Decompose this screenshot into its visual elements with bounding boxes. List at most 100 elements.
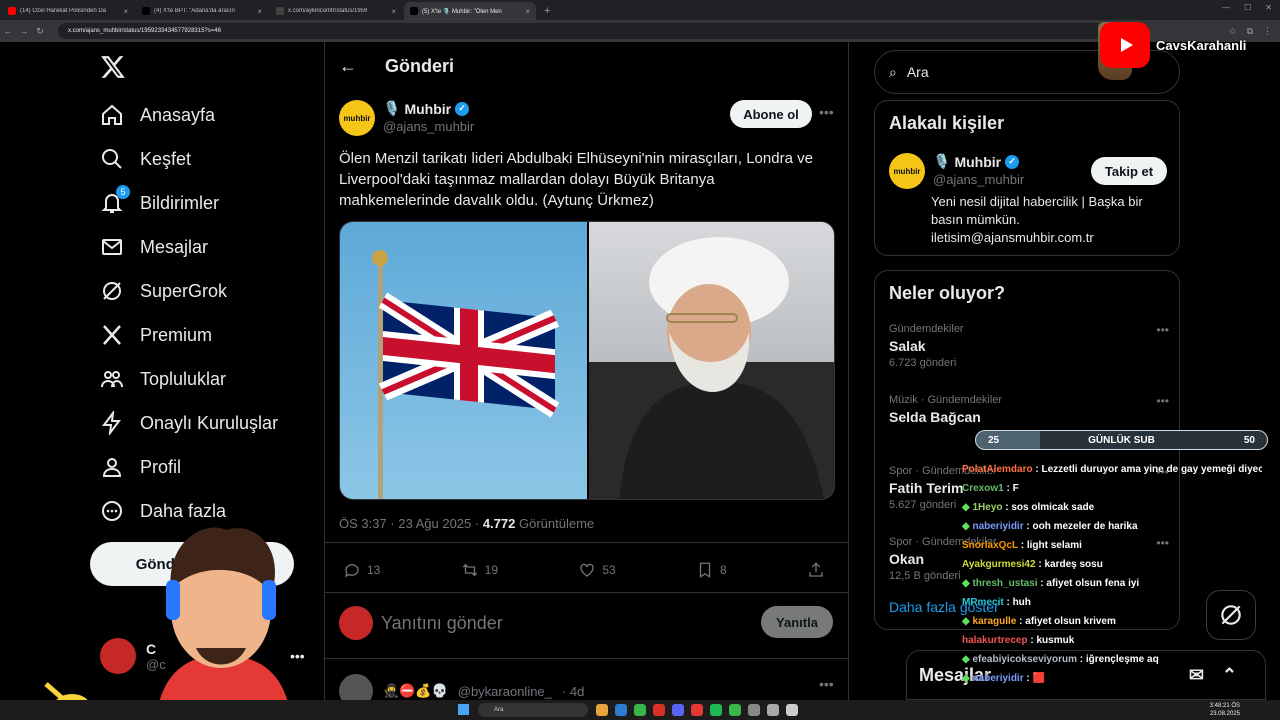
nav-item-onayl-kurulu-lar[interactable]: Onaylı Kuruluşlar — [100, 403, 278, 443]
trend-more-icon[interactable]: ••• — [1156, 323, 1169, 337]
clock-time: 3:48:21 ÖS — [1209, 703, 1240, 709]
browser-tab[interactable]: (14) Özel Harekat Polisinden Da × — [2, 2, 134, 20]
post-media[interactable] — [339, 221, 835, 500]
taskbar-search[interactable]: Ara — [478, 703, 588, 717]
browser-tab[interactable]: x.com/aykiricomtr/status/1959 × — [270, 2, 402, 20]
streamer-avatar-image — [156, 527, 291, 720]
back-arrow-icon[interactable]: ← — [339, 56, 357, 77]
bookmark-action[interactable]: 8 — [696, 561, 727, 579]
tab-close-icon[interactable]: × — [123, 7, 128, 16]
chat-message: ◆ efeabiyicokseviyorum : iğrençleşme aq — [962, 654, 1159, 665]
related-avatar[interactable]: muhbir — [889, 153, 925, 189]
chat-user: 1Heyo — [972, 502, 1003, 513]
search-input[interactable]: Ara — [907, 64, 929, 80]
minimize-icon[interactable]: — — [1222, 3, 1230, 12]
post-actions: 13 19 53 8 — [339, 558, 829, 582]
follow-button[interactable]: Takip et — [1091, 157, 1167, 185]
author-handle[interactable]: @ajans_muhbir — [383, 119, 474, 134]
reload-icon[interactable]: ↻ — [32, 26, 48, 37]
post-time[interactable]: ÖS 3:37 · 23 Ağu 2025 · — [339, 516, 483, 531]
nav-item-profil[interactable]: Profil — [100, 447, 181, 487]
tab-close-icon[interactable]: × — [257, 7, 262, 16]
nav-item-ke-fet[interactable]: Keşfet — [100, 139, 191, 179]
tab-close-icon[interactable]: × — [391, 7, 396, 16]
tab-title: (4) X'te BPT: "Adana'da aracın — [154, 8, 235, 14]
taskbar-app-icon[interactable] — [786, 704, 798, 716]
page-header: ← Gönderi — [325, 42, 848, 90]
reply-action[interactable]: 13 — [343, 561, 380, 579]
taskbar-app-icon[interactable] — [672, 704, 684, 716]
trend-more-icon[interactable]: ••• — [1156, 394, 1169, 408]
nav-item-mesajlar[interactable]: Mesajlar — [100, 227, 208, 267]
repost-action[interactable]: 19 — [461, 561, 498, 579]
post-more-icon[interactable]: ••• — [819, 104, 834, 120]
taskbar-app-icon[interactable] — [748, 704, 760, 716]
reply-input[interactable]: Yanıtını gönder — [381, 613, 503, 634]
related-handle[interactable]: @ajans_muhbir — [933, 172, 1024, 187]
related-name[interactable]: Muhbir — [954, 154, 1001, 170]
nav-item-anasayfa[interactable]: Anasayfa — [100, 95, 215, 135]
taskbar-app-icon[interactable] — [710, 704, 722, 716]
taskbar-app-icon[interactable] — [691, 704, 703, 716]
chat-text: iğrençleşme aq — [1085, 654, 1159, 665]
trend-category: Müzik · Gündemdekiler — [889, 394, 1003, 406]
chat-message: ◆ naberiyidir : 🟥 — [962, 673, 1045, 684]
mail-icon — [100, 235, 124, 259]
share-action[interactable] — [807, 561, 825, 579]
new-tab-button[interactable]: + — [536, 2, 558, 20]
browser-forward-icon[interactable]: → — [16, 26, 32, 36]
nav-item-premium[interactable]: Premium — [100, 315, 212, 355]
close-window-icon[interactable]: ✕ — [1265, 3, 1272, 12]
taskbar-app-icon[interactable] — [653, 704, 665, 716]
extensions-icon[interactable]: ⧉ — [1247, 26, 1253, 37]
like-action[interactable]: 53 — [578, 561, 616, 579]
post-author[interactable]: muhbir 🎙️ Muhbir ✓ @ajans_muhbir — [339, 100, 474, 136]
taskbar-app-icon[interactable] — [615, 704, 627, 716]
nav-label: Keşfet — [140, 148, 192, 169]
nav-item-bildirimler[interactable]: 5 Bildirimler — [100, 183, 219, 223]
trend-name: Selda Bağcan — [889, 409, 981, 425]
verified-badge-icon: ✓ — [1005, 154, 1020, 169]
notification-badge: 5 — [116, 185, 130, 199]
taskbar-app-icon[interactable] — [767, 704, 779, 716]
next-post-handle[interactable]: @bykaraonline_ — [458, 684, 552, 699]
browser-menu-icon[interactable]: ⋮ — [1263, 26, 1272, 37]
repost-icon — [462, 563, 477, 577]
like-count: 53 — [602, 563, 616, 577]
nav-label: SuperGrok — [140, 280, 228, 301]
tab-close-icon[interactable]: × — [525, 7, 530, 16]
taskbar-app-icon[interactable] — [729, 704, 741, 716]
nav-item-supergrok[interactable]: SuperGrok — [100, 271, 227, 311]
chat-user: efeabiyicokseviyorum — [972, 654, 1077, 665]
taskbar-app-icon[interactable] — [596, 704, 608, 716]
browser-tab[interactable]: (4) X'te BPT: "Adana'da aracın × — [136, 2, 268, 20]
gem-icon: ◆ — [962, 616, 973, 627]
home-icon — [100, 103, 124, 127]
address-bar[interactable]: x.com/ajans_muhbir/status/19592334345779… — [58, 23, 1138, 39]
maximize-icon[interactable]: ☐ — [1244, 3, 1251, 12]
share-icon — [809, 562, 823, 577]
browser-back-icon[interactable]: ← — [0, 26, 16, 36]
chat-text: huh — [1012, 597, 1031, 608]
subscribe-button[interactable]: Abone ol — [730, 100, 812, 128]
post-text: Ölen Menzil tarikatı lideri Abdulbaki El… — [339, 150, 813, 209]
trend-item[interactable]: Gündemdekiler Salak 6.723 gönderi ••• — [889, 323, 1169, 369]
portrait-image[interactable] — [589, 222, 834, 499]
chat-text: ooh mezeler de harika — [1032, 521, 1138, 532]
browser-tab[interactable]: (5) X'te 🎙️ Muhbir: "Ölen Men × — [404, 2, 536, 20]
nav-item-topluluklar[interactable]: Topluluklar — [100, 359, 226, 399]
next-post-more-icon[interactable]: ••• — [819, 676, 834, 692]
windows-start-icon[interactable] — [458, 704, 469, 715]
trend-item[interactable]: Müzik · Gündemdekiler Selda Bağcan ••• — [889, 394, 1169, 428]
reply-button[interactable]: Yanıtla — [761, 606, 833, 638]
x-icon — [100, 323, 124, 347]
system-clock[interactable]: 3:48:21 ÖS 23.08.2025 — [1210, 702, 1240, 718]
uk-flag-image[interactable] — [340, 222, 587, 499]
avatar — [100, 638, 136, 674]
author-avatar[interactable]: muhbir — [339, 100, 375, 136]
taskbar-app-icon[interactable] — [634, 704, 646, 716]
tab-favicon-icon — [410, 7, 418, 15]
chat-message: ◆ thresh_ustasi : afiyet olsun fena iyi — [962, 578, 1140, 589]
author-name[interactable]: Muhbir — [404, 101, 451, 117]
x-logo-icon[interactable] — [100, 54, 126, 80]
